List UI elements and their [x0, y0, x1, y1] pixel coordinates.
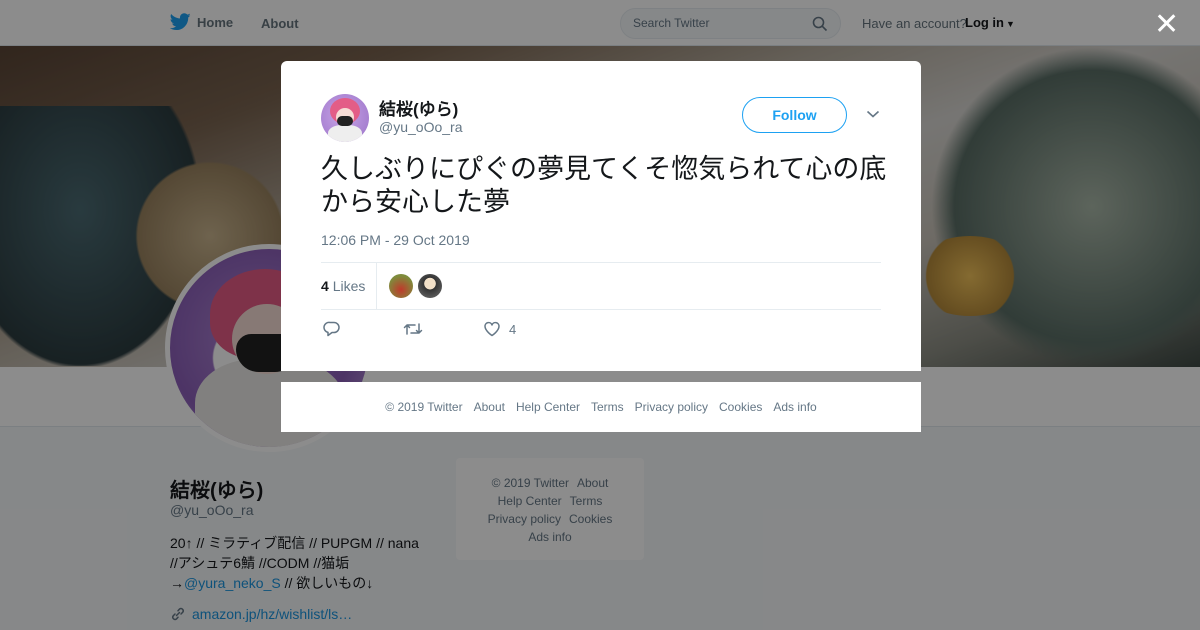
footer-help-link[interactable]: Help Center — [516, 400, 580, 414]
tweet-text: 久しぶりにぴぐの夢見てくそ惚気られて心の底から安心した夢 — [321, 154, 887, 217]
footer-privacy-link[interactable]: Privacy policy — [635, 400, 708, 414]
footer-about-link[interactable]: About — [474, 400, 505, 414]
tweet-actions: 4 — [321, 320, 621, 342]
follow-button[interactable]: Follow — [742, 97, 847, 133]
tweet-stats: 4 Likes — [321, 262, 881, 310]
footer-copyright: © 2019 Twitter — [385, 400, 463, 414]
tweet-author-avatar[interactable] — [321, 94, 369, 142]
like-button[interactable]: 4 — [483, 320, 516, 338]
liker-avatar[interactable] — [418, 274, 442, 298]
reply-button[interactable] — [323, 320, 341, 338]
close-icon[interactable]: ✕ — [1154, 10, 1179, 40]
retweet-icon — [403, 323, 423, 335]
liker-avatar[interactable] — [389, 274, 413, 298]
likes-count: 4 — [321, 278, 329, 294]
retweet-button[interactable] — [403, 320, 423, 338]
tweet-author-handle[interactable]: @yu_oOo_ra — [379, 119, 462, 135]
footer-terms-link[interactable]: Terms — [591, 400, 624, 414]
likes-stat[interactable]: 4 Likes — [321, 278, 365, 294]
modal-footer: © 2019 Twitter About Help Center Terms P… — [281, 382, 921, 432]
reply-icon — [323, 321, 340, 337]
footer-cookies-link[interactable]: Cookies — [719, 400, 762, 414]
tweet-modal: 結桜(ゆら) @yu_oOo_ra Follow 久しぶりにぴぐの夢見てくそ惚気… — [281, 61, 921, 371]
footer-ads-link[interactable]: Ads info — [773, 400, 816, 414]
chevron-down-icon[interactable] — [866, 109, 880, 119]
heart-icon — [484, 321, 500, 337]
likes-label: Likes — [332, 278, 366, 294]
tweet-timestamp[interactable]: 12:06 PM - 29 Oct 2019 — [321, 232, 470, 248]
stats-divider — [376, 263, 377, 310]
avatar-shape — [337, 116, 353, 126]
tweet-author-name[interactable]: 結桜(ゆら) — [379, 95, 458, 120]
like-count: 4 — [509, 321, 517, 337]
avatar-shape — [328, 125, 362, 142]
